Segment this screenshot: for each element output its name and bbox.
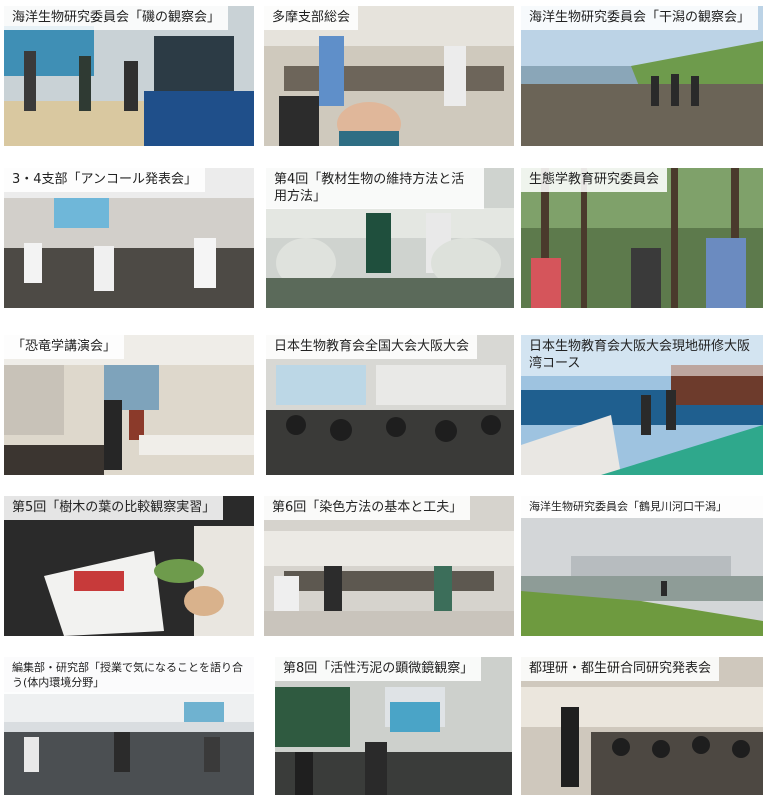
caption: 都理研・都生研合同研究発表会 xyxy=(521,657,720,681)
caption: 編集部・研究部「授業で気になることを語り合う(体内環境分野」 xyxy=(4,657,254,694)
caption: 海洋生物研究委員会「磯の観察会」 xyxy=(4,6,229,30)
photo-tile-leaf-comparison: 第5回「樹木の葉の比較観察実習」 xyxy=(4,496,254,636)
photo-tile-tsurumi-river: 海洋生物研究委員会「鶴見川河口干潟」 xyxy=(521,496,763,636)
photo-tile-osaka-bay-field-trip: 日本生物教育会大阪大会現地研修大阪湾コース xyxy=(521,335,763,475)
caption: 日本生物教育会全国大会大阪大会 xyxy=(266,335,478,359)
photo-tile-national-convention: 日本生物教育会全国大会大阪大会 xyxy=(266,335,514,475)
caption: 海洋生物研究委員会「干潟の観察会」 xyxy=(521,6,759,30)
photo-tile-staining-methods: 第6回「染色方法の基本と工夫」 xyxy=(264,496,514,636)
caption: 多摩支部総会 xyxy=(264,6,359,30)
photo-tile-dinosaur-lecture: 「恐竜学講演会」 xyxy=(4,335,254,475)
caption: 第6回「染色方法の基本と工夫」 xyxy=(264,496,471,520)
photo-tile-activated-sludge: 第8回「活性汚泥の顕微鏡観察」 xyxy=(275,657,512,795)
caption: 海洋生物研究委員会「鶴見川河口干潟」 xyxy=(521,496,763,518)
caption: 生態学教育研究委員会 xyxy=(521,168,668,192)
caption: 第4回「教材生物の維持方法と活用方法」 xyxy=(266,168,484,209)
caption: 3・4支部「アンコール発表会」 xyxy=(4,168,206,192)
caption: 第8回「活性汚泥の顕微鏡観察」 xyxy=(275,657,482,681)
caption: 日本生物教育会大阪大会現地研修大阪湾コース xyxy=(521,335,763,376)
photo-tile-tama-meeting: 多摩支部総会 xyxy=(264,6,514,146)
photo-tile-tidal-flat-observation: 海洋生物研究委員会「干潟の観察会」 xyxy=(521,6,763,146)
photo-tile-ecology-education: 生態学教育研究委員会 xyxy=(521,168,763,308)
caption: 「恐竜学講演会」 xyxy=(4,335,125,359)
photo-tile-iso-observation: 海洋生物研究委員会「磯の観察会」 xyxy=(4,6,254,146)
photo-tile-body-environment: 編集部・研究部「授業で気になることを語り合う(体内環境分野」 xyxy=(4,657,254,795)
photo-tile-joint-research-presentation: 都理研・都生研合同研究発表会 xyxy=(521,657,763,795)
caption: 第5回「樹木の葉の比較観察実習」 xyxy=(4,496,224,520)
photo-tile-teaching-organisms: 第4回「教材生物の維持方法と活用方法」 xyxy=(266,168,514,308)
photo-tile-encore-presentation: 3・4支部「アンコール発表会」 xyxy=(4,168,254,308)
